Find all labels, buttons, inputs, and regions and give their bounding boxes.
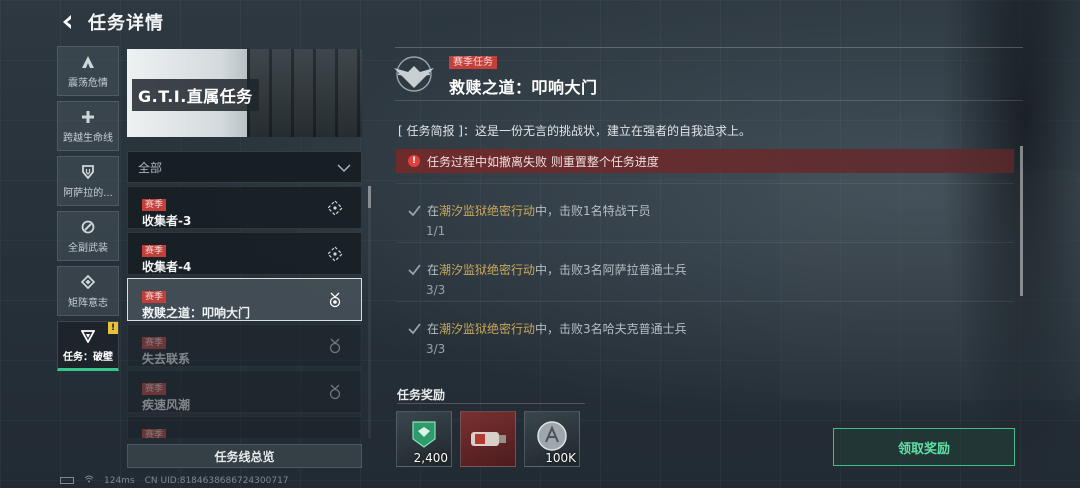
season-tag: 赛季 [142, 245, 167, 257]
detail-season-tag: 赛季任务 [449, 56, 497, 69]
season-tag: 赛季 [142, 199, 167, 211]
task-item-collector-3[interactable]: 赛季 收集者-3 [127, 186, 362, 229]
category-item-quanfu[interactable]: 全副武装 [57, 211, 119, 261]
battery-icon [60, 477, 74, 484]
task-filter-dropdown[interactable]: 全部 [127, 151, 362, 183]
task-item-speed-wave[interactable]: 赛季 疾速风潮 [127, 370, 362, 413]
header: 任务详情 [58, 8, 164, 36]
reward-item-coin[interactable]: 100K [524, 411, 580, 467]
eagle-emblem-icon [388, 54, 440, 94]
objective-prefix: 在 [427, 263, 440, 277]
category-item-asala[interactable]: 阿萨拉的... [57, 156, 119, 206]
chevron-down-icon [337, 158, 351, 177]
category-item-kuayue[interactable]: 跨越生命线 [57, 101, 119, 151]
task-list-scrollbar[interactable] [368, 186, 371, 438]
banner-crate-image [247, 49, 362, 137]
objective-list: 在潮汐监狱绝密行动中，击败1名特战干员 1/1 在潮汐监狱绝密行动中，击败3名阿… [396, 183, 1014, 360]
filter-selected-value: 全部 [138, 160, 163, 175]
diamond-icon [80, 274, 96, 290]
medal-icon [327, 292, 343, 308]
category-label: 阿萨拉的... [63, 187, 113, 199]
objective-prefix: 在 [427, 204, 440, 218]
target-icon [327, 246, 343, 262]
triangle-a-icon [80, 54, 96, 70]
status-bar: 124ms CN UID:8184638686724300717 [60, 475, 289, 486]
checkmark-icon [408, 263, 421, 276]
evacuation-warning: ! 任务过程中如撤离失败 则重置整个任务进度 [396, 149, 1014, 173]
alert-badge: ! [108, 322, 118, 334]
task-list: 赛季 收集者-3 赛季 收集者-4 赛季 救赎之道：叩响大门 赛季 失去联系 赛… [127, 186, 362, 438]
target-icon [327, 200, 343, 216]
green-badge-icon [410, 419, 438, 453]
objective-progress: 3/3 [426, 283, 446, 297]
objective-location: 潮汐监狱绝密行动 [439, 263, 536, 277]
objective-location: 潮汐监狱绝密行动 [439, 204, 536, 218]
objective-progress: 3/3 [426, 342, 446, 356]
objective-item: 在潮汐监狱绝密行动中，击败3名阿萨拉普通士兵 3/3 [396, 242, 1014, 301]
objective-progress: 1/1 [426, 224, 446, 238]
divider [395, 47, 1023, 48]
divider [397, 403, 585, 404]
category-sidebar: 震荡危情 跨越生命线 阿萨拉的... 全副武装 矩阵意志 ! 任务：破壁 [57, 46, 119, 376]
checkmark-icon [408, 204, 421, 217]
task-list-scroll-thumb[interactable] [368, 186, 371, 208]
uid-text: CN UID:8184638686724300717 [144, 475, 289, 486]
down-triangle-icon [80, 328, 96, 344]
task-item-collector-4[interactable]: 赛季 收集者-4 [127, 232, 362, 275]
reward-item-device[interactable] [460, 411, 516, 467]
red-device-icon [469, 426, 509, 456]
category-label: 全副武装 [68, 242, 108, 254]
task-item-lost-contact[interactable]: 赛季 失去联系 [127, 324, 362, 367]
medal-icon [327, 338, 343, 354]
wifi-icon [84, 475, 94, 486]
objective-item: 在潮汐监狱绝密行动中，击败1名特战干员 1/1 [396, 183, 1014, 242]
checkmark-icon [408, 322, 421, 335]
page-title: 任务详情 [88, 13, 164, 34]
category-label: 矩阵意志 [68, 297, 108, 309]
objective-item: 在潮汐监狱绝密行动中，击败3名哈夫克普通士兵 3/3 [396, 301, 1014, 360]
task-item-partial[interactable]: 赛季 [127, 416, 362, 438]
task-line-overview-button[interactable]: 任务线总览 [127, 444, 362, 468]
season-tag: 赛季 [142, 383, 167, 395]
category-item-pobi[interactable]: ! 任务：破壁 [57, 321, 119, 371]
plus-icon [80, 109, 96, 125]
category-label: 震荡危情 [68, 77, 108, 89]
back-arrow-icon[interactable] [58, 12, 78, 32]
reward-item-badge[interactable]: 2,400 [396, 411, 452, 467]
medal-icon [327, 384, 343, 400]
detail-title: 救赎之道：叩响大门 [449, 78, 598, 97]
warning-text: 任务过程中如撤离失败 则重置整个任务进度 [427, 154, 659, 169]
season-tag: 赛季 [142, 291, 167, 303]
reward-count: 100K [545, 451, 576, 465]
objective-prefix: 在 [427, 322, 440, 336]
category-label: 任务：破壁 [63, 351, 113, 363]
detail-scrollbar[interactable] [1020, 146, 1023, 296]
season-tag: 赛季 [142, 337, 167, 349]
banner-title: G.T.I.直属任务 [132, 79, 259, 111]
slash-circle-icon [80, 219, 96, 235]
task-brief: [ 任务简报 ]：这是一份无言的挑战状，建立在强者的自我追求上。 [398, 124, 751, 138]
category-item-juzhen[interactable]: 矩阵意志 [57, 266, 119, 316]
reward-title: 任务奖励 [397, 388, 446, 402]
category-label: 跨越生命线 [63, 132, 113, 144]
ping-text: 124ms [104, 475, 135, 486]
task-item-redemption[interactable]: 赛季 救赎之道：叩响大门 [127, 278, 362, 321]
objective-suffix: 中，击败1名特战干员 [535, 204, 651, 218]
objective-location: 潮汐监狱绝密行动 [439, 322, 536, 336]
claim-reward-button[interactable]: 领取奖励 [833, 428, 1015, 466]
divider [395, 100, 1023, 101]
objective-suffix: 中，击败3名哈夫克普通士兵 [535, 322, 687, 336]
exclamation-icon: ! [408, 155, 420, 167]
category-item-zhendang[interactable]: 震荡危情 [57, 46, 119, 96]
shield-icon [80, 164, 96, 180]
objective-suffix: 中，击败3名阿萨拉普通士兵 [535, 263, 687, 277]
reward-count: 2,400 [413, 451, 448, 465]
task-line-banner: G.T.I.直属任务 [127, 49, 362, 137]
season-tag: 赛季 [142, 429, 167, 438]
